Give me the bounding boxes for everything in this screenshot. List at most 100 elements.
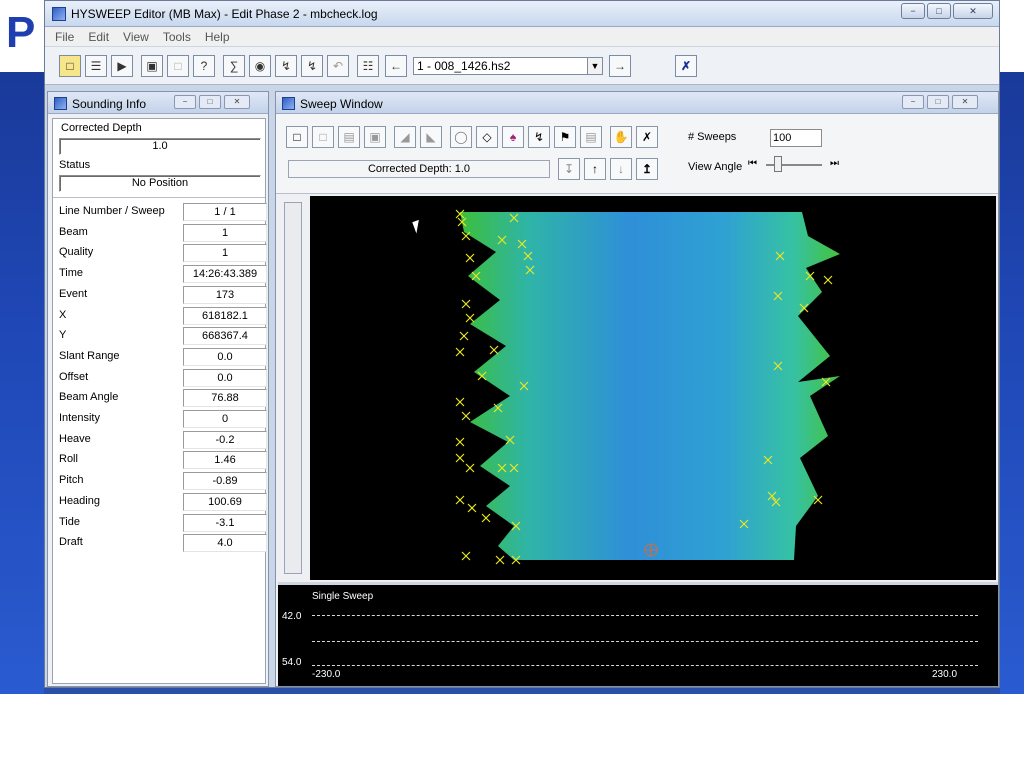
- eraser-icon[interactable]: ◇: [476, 126, 498, 148]
- menu-help[interactable]: Help: [205, 30, 230, 44]
- blank-icon[interactable]: □: [167, 55, 189, 77]
- outlier-marker: [465, 313, 475, 323]
- sweep-window-title: Sweep Window: [300, 97, 383, 111]
- outlier-marker: [455, 347, 465, 357]
- sounding-row-label: Beam: [59, 225, 88, 238]
- expand-icon[interactable]: ✗: [636, 126, 658, 148]
- sounding-row-value: -0.89: [183, 472, 267, 491]
- taskbar-strip: [44, 688, 1000, 694]
- close-button[interactable]: ✕: [952, 95, 978, 109]
- outlier-marker: [465, 253, 475, 263]
- maximize-button[interactable]: □: [927, 95, 949, 109]
- sounding-row-value: 76.88: [183, 389, 267, 408]
- sounding-row-label: Time: [59, 267, 84, 280]
- menu-edit[interactable]: Edit: [88, 30, 109, 44]
- gridline: [312, 665, 978, 666]
- sounding-row-label: Offset: [59, 370, 89, 383]
- flag-lightning-icon[interactable]: ↯: [275, 55, 297, 77]
- skip-start-icon[interactable]: ⏮: [748, 158, 757, 169]
- minimize-button[interactable]: −: [902, 95, 924, 109]
- sounding-row-value: 0.0: [183, 368, 267, 387]
- close-button[interactable]: ✕: [953, 3, 993, 19]
- depth-top-label: 42.0: [282, 611, 302, 622]
- sounding-row-value: 1: [183, 244, 267, 263]
- sounding-row-label: Tide: [59, 515, 80, 528]
- arrow-top-icon[interactable]: ↥: [636, 158, 658, 180]
- sounding-row-label: Y: [59, 329, 67, 342]
- view-angle-slider-thumb[interactable]: [774, 156, 782, 172]
- sweeps-input[interactable]: 100: [770, 129, 822, 147]
- outlier-marker: [813, 495, 823, 505]
- undo-icon[interactable]: ↶: [327, 55, 349, 77]
- outlier-marker: [467, 503, 477, 513]
- status-value: No Position: [59, 175, 261, 192]
- main-toolbar: □ ☰ ▶ ▣ □ ? ∑ ◉ ↯ ↯ ↶ ☷ ← 1 - 008_1426.h…: [45, 47, 999, 85]
- sounding-row-value: 668367.4: [183, 327, 267, 346]
- slide-title-letter: P: [6, 8, 36, 57]
- window-icon: [54, 97, 67, 110]
- menu-file[interactable]: File: [55, 30, 74, 44]
- sounding-row-label: Quality: [59, 246, 94, 259]
- filter-icon[interactable]: ∑: [223, 55, 245, 77]
- sweep-scrollbar[interactable]: [284, 202, 302, 574]
- main-window: HYSWEEP Editor (MB Max) - Edit Phase 2 -…: [44, 0, 1000, 688]
- menu-bar: File Edit View Tools Help: [45, 27, 999, 47]
- open-folder-icon[interactable]: □: [59, 55, 81, 77]
- sounding-info-panel: Corrected Depth 1.0 Status No Position L…: [52, 118, 267, 684]
- play-icon[interactable]: ▶: [111, 55, 133, 77]
- sounding-info-titlebar: Sounding Info − □ ✕: [48, 92, 268, 114]
- flag-lightning-2-icon[interactable]: ↯: [301, 55, 323, 77]
- swath-area: [460, 212, 840, 560]
- save-icon[interactable]: ▣: [141, 55, 163, 77]
- file-select[interactable]: 1 - 008_1426.hs2: [413, 57, 603, 75]
- close-x-icon[interactable]: ✗: [675, 55, 697, 77]
- grid-icon[interactable]: ▤: [338, 126, 360, 148]
- select-icon[interactable]: □: [286, 126, 308, 148]
- outlier-marker: [455, 397, 465, 407]
- flag-icon[interactable]: ⚑: [554, 126, 576, 148]
- minimize-button[interactable]: −: [174, 95, 196, 109]
- hand-icon[interactable]: ✋: [610, 126, 632, 148]
- slope-2-icon[interactable]: ◣: [420, 126, 442, 148]
- sounding-row-label: Pitch: [59, 474, 84, 487]
- arrow-up-icon[interactable]: ↑: [584, 158, 606, 180]
- page-icon[interactable]: ▤: [580, 126, 602, 148]
- list-icon[interactable]: ☷: [357, 55, 379, 77]
- sounding-row-label: Line Number / Sweep: [59, 205, 165, 217]
- sounding-row-label: Event: [59, 287, 88, 300]
- sweep-canvas[interactable]: [310, 196, 996, 580]
- window-controls: − □ ✕: [901, 3, 993, 19]
- child-controls: − □ ✕: [902, 95, 978, 109]
- menu-view[interactable]: View: [123, 30, 149, 44]
- lasso-icon[interactable]: ◯: [450, 126, 472, 148]
- frame-icon[interactable]: ▣: [364, 126, 386, 148]
- status-label: Status: [59, 159, 91, 171]
- skip-end-icon[interactable]: ⏭: [830, 158, 839, 169]
- outlier-marker: [455, 437, 465, 447]
- box-icon[interactable]: □: [312, 126, 334, 148]
- sounding-row-value: 14:26:43.389: [183, 265, 267, 284]
- arrow-down-bar-icon[interactable]: ↧: [558, 158, 580, 180]
- arrow-down-icon[interactable]: ↓: [610, 158, 632, 180]
- menu-tools[interactable]: Tools: [163, 30, 191, 44]
- close-button[interactable]: ✕: [224, 95, 250, 109]
- chevron-down-icon[interactable]: ▼: [587, 57, 603, 75]
- binoculars-icon[interactable]: ◉: [249, 55, 271, 77]
- window-icon: [282, 97, 295, 110]
- maximize-button[interactable]: □: [199, 95, 221, 109]
- slope-icon[interactable]: ◢: [394, 126, 416, 148]
- outlier-marker: [465, 463, 475, 473]
- minimize-button[interactable]: −: [901, 3, 925, 19]
- sweep-window: Sweep Window − □ ✕ □ □ ▤ ▣ ◢ ◣ ◯ ◇ ♠ ↯ ⚑: [275, 91, 999, 687]
- person-icon[interactable]: ♠: [502, 126, 524, 148]
- child-controls: − □ ✕: [174, 95, 250, 109]
- depth-bottom-label: 54.0: [282, 657, 302, 668]
- maximize-button[interactable]: □: [927, 3, 951, 19]
- import-icon[interactable]: ☰: [85, 55, 107, 77]
- sounding-row-value: 100.69: [183, 492, 267, 511]
- arrow-left-icon[interactable]: ←: [385, 55, 407, 77]
- lightning-icon[interactable]: ↯: [528, 126, 550, 148]
- x-right-label: 230.0: [932, 669, 958, 680]
- arrow-right-icon[interactable]: →: [609, 55, 631, 77]
- help-icon[interactable]: ?: [193, 55, 215, 77]
